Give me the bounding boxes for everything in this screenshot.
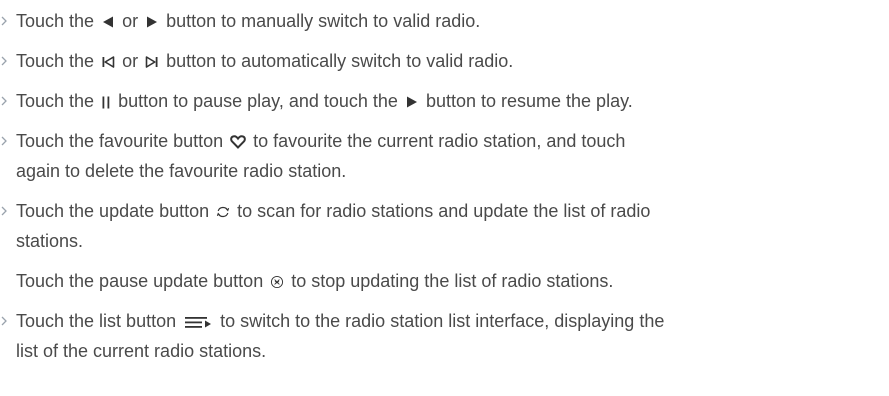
skip-previous-icon	[101, 55, 115, 69]
chevron-right-icon	[0, 307, 8, 335]
list-item-subparagraph: Touch the pause update button to stop up…	[16, 271, 614, 291]
skip-next-icon	[145, 55, 159, 69]
pause-icon	[101, 95, 111, 109]
list-item-text: Touch the update button to scan for radi…	[16, 201, 651, 221]
list-item-text: Touch the or button to automatically swi…	[16, 51, 514, 71]
refresh-icon	[216, 205, 230, 219]
list-item-text: Touch the or button to manually switch t…	[16, 11, 481, 31]
chevron-right-icon	[0, 197, 8, 225]
chevron-right-icon	[0, 47, 8, 75]
list-icon	[183, 315, 213, 329]
heart-icon	[230, 135, 246, 149]
list-item-text-continued: again to delete the favourite radio stat…	[16, 161, 347, 181]
chevron-right-icon	[0, 127, 8, 155]
list-item-text-continued: stations.	[16, 231, 84, 251]
list-item-text: Touch the list button to switch to the r…	[16, 311, 665, 331]
chevron-right-icon	[0, 87, 8, 115]
pause-update-icon	[270, 275, 284, 289]
triangle-left-icon	[101, 15, 115, 29]
instruction-list: Touch the or button to manually switch t…	[0, 0, 889, 396]
list-item-text: Touch the favourite button to favourite …	[16, 131, 626, 151]
list-item-text: Touch the button to pause play, and touc…	[16, 91, 633, 111]
chevron-right-icon	[0, 7, 8, 35]
play-icon	[405, 95, 419, 109]
triangle-right-icon	[145, 15, 159, 29]
list-item-text-continued: list of the current radio stations.	[16, 341, 267, 361]
